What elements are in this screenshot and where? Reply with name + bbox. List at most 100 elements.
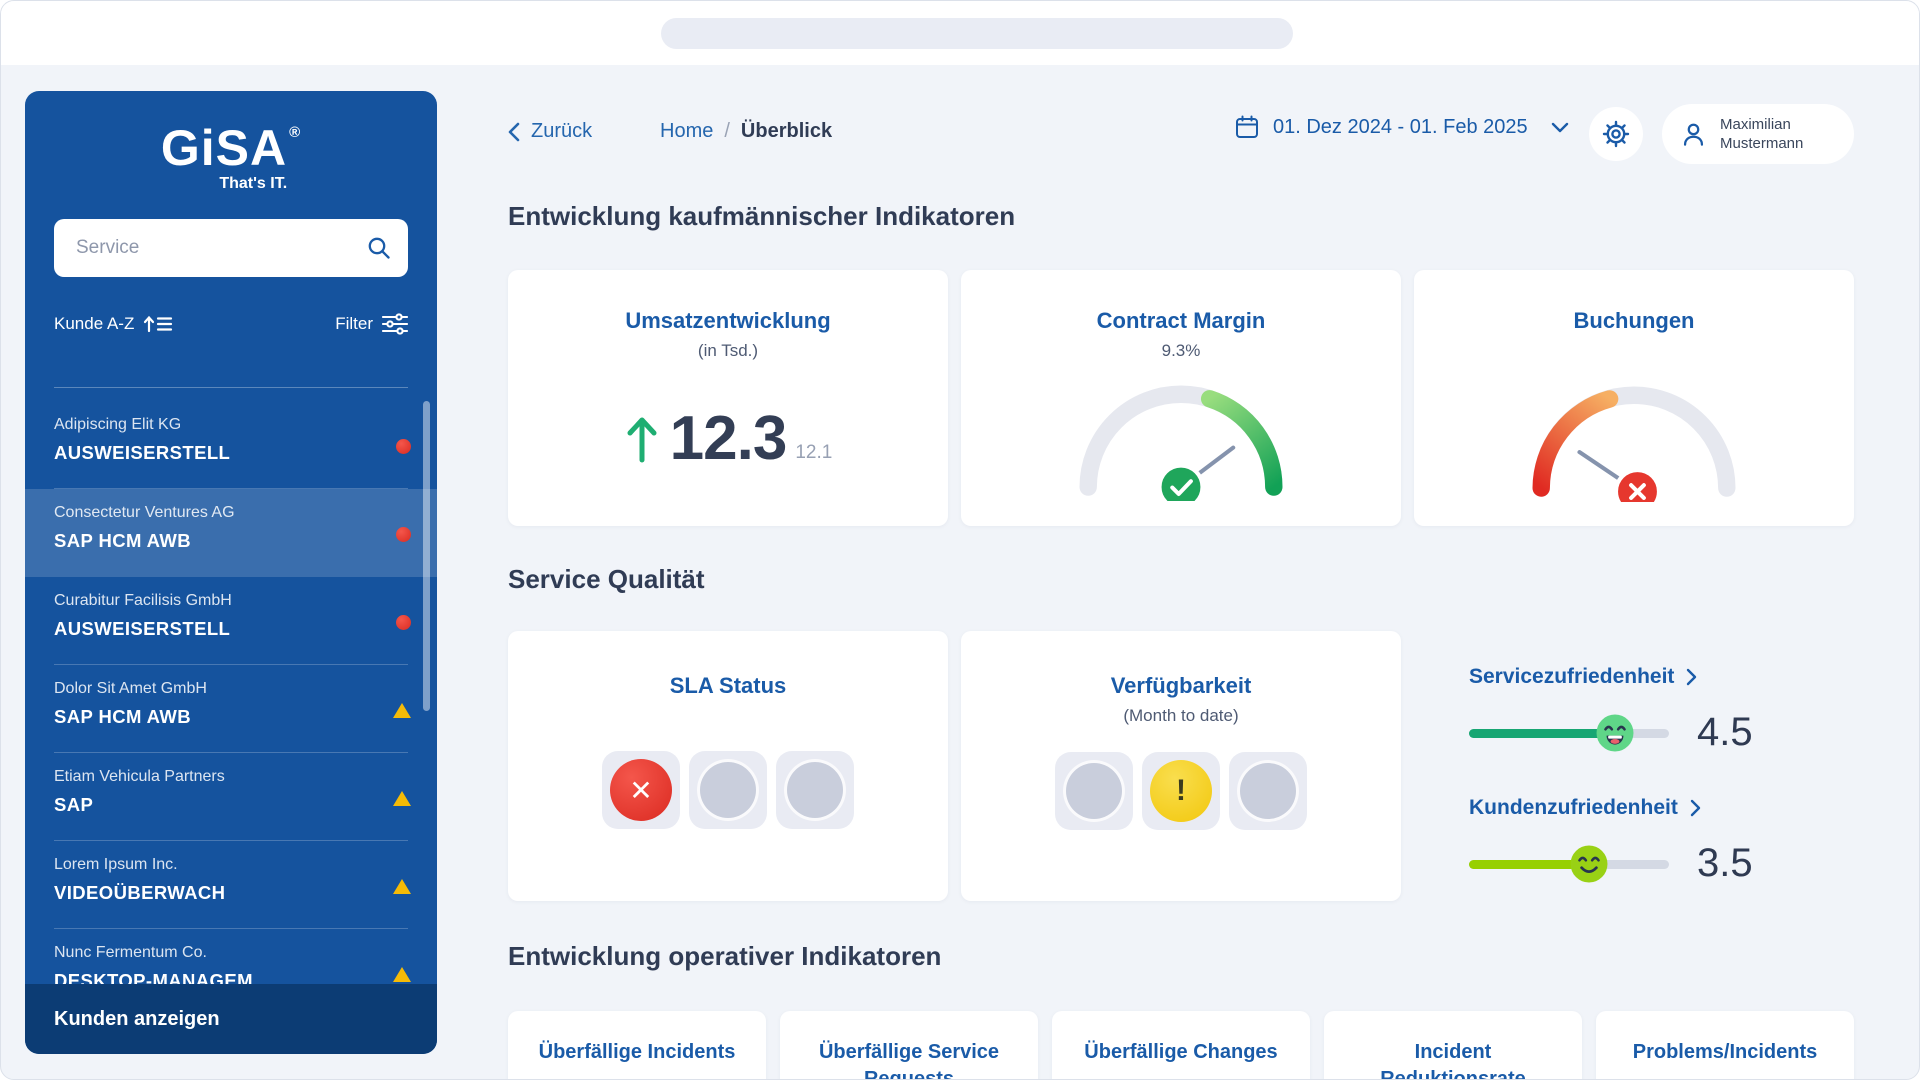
service-satisfaction-slider[interactable] [1469,714,1669,752]
registered-mark: ® [289,124,302,141]
customer-satisfaction-value: 3.5 [1697,841,1753,885]
kpi-value-row: 12.3 12.1 [508,403,948,474]
brand-logo: GiSA ® That's IT. [25,123,437,193]
breadcrumb-separator: / [724,120,730,142]
traffic-light [508,751,948,829]
brand-name: GiSA [160,120,288,176]
customer-name: Curabitur Facilisis GmbH [54,592,232,609]
card-title: Überfällige Changes [1084,1041,1278,1063]
kpi-card-verfuegbarkeit: Verfügbarkeit (Month to date) [961,631,1401,901]
user-menu[interactable]: Maximilian Mustermann [1662,104,1854,164]
gauge-chart-good [1079,385,1283,511]
traffic-lamp [610,759,672,821]
smiling-smiley-icon [1570,845,1608,882]
service-satisfaction-link[interactable]: Servicezufriedenheit [1469,665,1869,689]
service-satisfaction-label: Servicezufriedenheit [1469,665,1675,688]
slider-thumb-smile-face[interactable] [1570,845,1608,883]
kpi-card-overdue-changes[interactable]: Überfällige Changes [1052,1011,1310,1079]
filter-control[interactable]: Filter [335,313,408,335]
traffic-light-cell [776,751,854,829]
customer-list-item[interactable]: Curabitur Facilisis GmbH AUSWEISERSTELL [25,577,437,665]
user-icon [1683,123,1704,146]
traffic-light [961,752,1401,830]
chevron-right-icon [1687,668,1697,686]
kpi-previous-value: 12.1 [795,442,833,463]
search-input[interactable] [54,219,408,277]
customer-list-item[interactable]: Consectetur Ventures AG SAP HCM AWB [25,489,437,577]
customer-satisfaction-label: Kundenzufriedenheit [1469,796,1678,819]
status-indicator [396,439,411,454]
customer-satisfaction-link[interactable]: Kundenzufriedenheit [1469,796,1869,820]
section-title-quality: Service Qualität [508,564,705,594]
customer-list-item[interactable]: Etiam Vehicula Partners SAP [25,753,437,841]
customer-service: AUSWEISERSTELL [54,618,231,639]
show-customers-button[interactable]: Kunden anzeigen [25,984,437,1054]
card-title: Incident Reduktionsrate [1380,1041,1526,1080]
kpi-card-incident-reduction-rate[interactable]: Incident Reduktionsrate [1324,1011,1582,1080]
filter-label: Filter [335,314,373,333]
sort-control[interactable]: Kunde A-Z [54,314,173,334]
filter-sliders-icon [382,313,408,335]
card-title: Buchungen [1573,308,1695,333]
customer-name: Nunc Fermentum Co. [54,944,207,961]
slider-thumb-happy-face[interactable] [1596,714,1634,752]
customer-satisfaction-slider[interactable] [1469,845,1669,883]
status-indicator [393,703,411,718]
date-range-label: 01. Dez 2024 - 01. Feb 2025 [1273,115,1528,138]
customer-list-item[interactable]: Lorem Ipsum Inc. VIDEOÜBERWACH [25,841,437,929]
customer-service: SAP HCM AWB [54,530,191,551]
customer-name: Consectetur Ventures AG [54,504,235,521]
sidebar: GiSA® That's IT. Kunde A-Z [25,91,437,1054]
breadcrumb: Home / Überblick [660,120,832,143]
kpi-card-overdue-service-requests[interactable]: Überfällige Service Requests [780,1011,1038,1079]
status-indicator [393,967,411,982]
customer-satisfaction: Kundenzufriedenheit 3.5 [1469,796,1869,886]
sidebar-scrollbar[interactable] [423,401,430,711]
breadcrumb-current: Überblick [740,120,833,142]
traffic-lamp [1150,760,1212,822]
traffic-light-cell [1142,752,1220,830]
card-title: Überfällige Incidents [538,1041,736,1063]
top-bar [1,1,1919,65]
customer-list-item[interactable]: Dolor Sit Amet GmbH SAP HCM AWB [25,665,437,753]
service-satisfaction-row: 4.5 [1469,710,1869,755]
customer-service: DESKTOP-MANAGEM [54,970,253,984]
traffic-lamp [784,759,846,821]
trend-up-icon [627,417,657,462]
customer-service: AUSWEISERSTELL [54,442,231,463]
service-satisfaction-value: 4.5 [1697,710,1753,754]
kpi-card-problems-incidents[interactable]: Problems/Incidents [1596,1011,1854,1079]
card-title: Problems/Incidents [1632,1041,1818,1063]
card-title: SLA Status [669,673,787,698]
date-range-picker[interactable]: 01. Dez 2024 - 01. Feb 2025 [1234,114,1569,140]
chevron-left-icon [508,122,520,141]
contract-margin-value: 9.3% [1161,341,1201,360]
section-title-commercial: Entwicklung kaufmännischer Indikatoren [508,201,1016,231]
gauge-good [961,371,1401,511]
chevron-down-icon [1551,122,1568,132]
kpi-card-sla-status: SLA Status [508,631,948,901]
sort-ascending-icon [144,315,173,333]
search-icon[interactable] [366,235,392,261]
customer-list-item[interactable]: Adipiscing Elit KG AUSWEISERSTELL [25,401,437,489]
breadcrumb-home[interactable]: Home [660,120,713,143]
kpi-card-contract-margin: Contract Margin 9.3% [961,270,1401,526]
back-button[interactable]: Zurück [508,120,592,143]
customer-service: SAP [54,794,94,815]
gauge-critical [1414,372,1854,516]
kpi-card-overdue-incidents[interactable]: Überfällige Incidents [508,1011,766,1079]
card-title: Verfügbarkeit [1110,673,1252,698]
card-subtitle: (in Tsd.) [697,341,759,360]
card-title: Contract Margin [1096,308,1266,333]
slider-fill [1469,728,1615,738]
sidebar-divider [54,387,408,388]
laughing-smiley-icon [1596,714,1634,751]
customer-name: Adipiscing Elit KG [54,416,182,433]
calendar-icon [1236,115,1258,138]
customer-list-item[interactable]: Nunc Fermentum Co. DESKTOP-MANAGEM [25,929,437,984]
app-window: GiSA® That's IT. Kunde A-Z [0,0,1920,1080]
chevron-right-icon [1690,799,1701,817]
status-indicator [393,791,411,806]
customer-service: VIDEOÜBERWACH [54,882,226,903]
settings-button[interactable] [1589,107,1643,161]
